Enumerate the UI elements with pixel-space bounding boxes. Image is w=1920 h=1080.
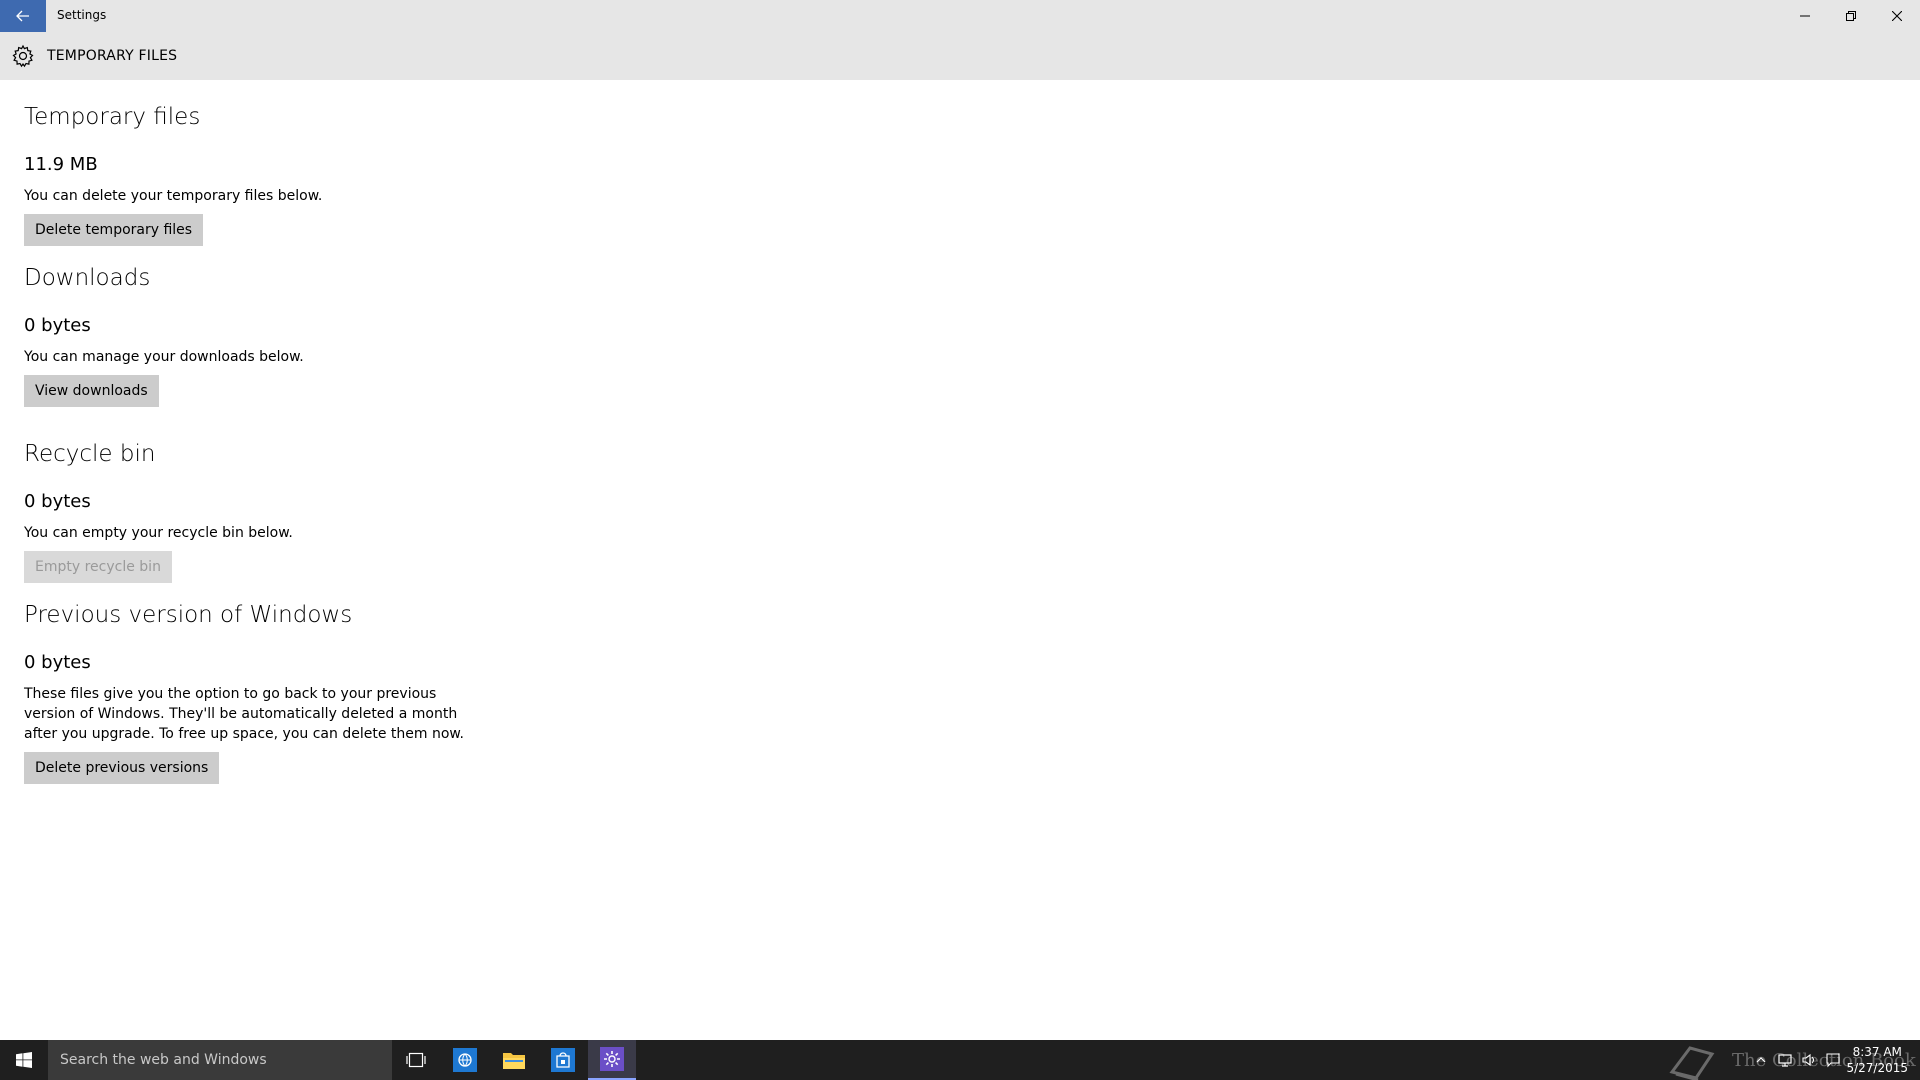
recycle-bin-size: 0 bytes (24, 491, 91, 512)
task-view-button[interactable] (392, 1040, 440, 1080)
edge-icon (453, 1048, 477, 1072)
temporary-files-size: 11.9 MB (24, 154, 98, 175)
clock-date: 5/27/2015 (1846, 1061, 1908, 1075)
page-header: TEMPORARY FILES (0, 32, 1920, 80)
file-explorer-icon (503, 1053, 525, 1069)
gear-icon (12, 44, 34, 68)
section-title-previous-windows: Previous version of Windows (24, 602, 353, 628)
section-title-temporary-files: Temporary files (24, 104, 201, 130)
empty-recycle-bin-button[interactable]: Empty recycle bin (24, 551, 172, 583)
back-arrow-icon (16, 10, 29, 22)
show-hidden-icons-icon[interactable] (1753, 1052, 1769, 1068)
windows-logo-icon (16, 1052, 32, 1068)
search-input[interactable] (60, 1052, 380, 1068)
taskbar: The Collection Book 8:37 AM 5/27/2015 (0, 1040, 1920, 1080)
view-downloads-button[interactable]: View downloads (24, 375, 159, 407)
previous-windows-description: These files give you the option to go ba… (24, 686, 464, 742)
action-center-icon[interactable] (1825, 1052, 1841, 1068)
delete-previous-versions-button[interactable]: Delete previous versions (24, 752, 220, 784)
clock-time: 8:37 AM (1852, 1045, 1902, 1059)
store-icon (551, 1048, 575, 1072)
edge-button[interactable] (441, 1040, 489, 1080)
title-bar: Settings (0, 0, 1920, 32)
window-controls (1782, 0, 1920, 32)
book-logo-icon (1669, 1046, 1715, 1080)
downloads-description: You can manage your downloads below. (24, 349, 304, 365)
temporary-files-description: You can delete your temporary files belo… (24, 188, 323, 204)
volume-icon[interactable] (1801, 1052, 1817, 1068)
previous-windows-size: 0 bytes (24, 652, 91, 673)
restore-icon (1846, 11, 1856, 21)
minimize-button[interactable] (1782, 0, 1828, 32)
downloads-size: 0 bytes (24, 315, 91, 336)
section-title-recycle-bin: Recycle bin (24, 441, 156, 467)
start-button[interactable] (0, 1040, 48, 1080)
settings-taskbar-button[interactable] (588, 1040, 636, 1080)
recycle-bin-description: You can empty your recycle bin below. (24, 525, 293, 541)
search-box[interactable] (48, 1040, 392, 1080)
back-button[interactable] (0, 0, 46, 32)
task-view-icon (406, 1052, 426, 1068)
close-icon (1892, 11, 1902, 21)
minimize-icon (1800, 15, 1810, 17)
taskbar-clock[interactable]: 8:37 AM 5/27/2015 (1846, 1044, 1908, 1076)
restore-button[interactable] (1828, 0, 1874, 32)
store-button[interactable] (539, 1040, 587, 1080)
close-button[interactable] (1874, 0, 1920, 32)
section-title-downloads: Downloads (24, 265, 151, 291)
app-title: Settings (57, 8, 107, 22)
settings-icon (600, 1047, 624, 1071)
file-explorer-button[interactable] (490, 1040, 538, 1080)
delete-temporary-files-button[interactable]: Delete temporary files (24, 214, 204, 246)
network-icon[interactable] (1777, 1052, 1793, 1068)
page-title: TEMPORARY FILES (47, 48, 178, 64)
